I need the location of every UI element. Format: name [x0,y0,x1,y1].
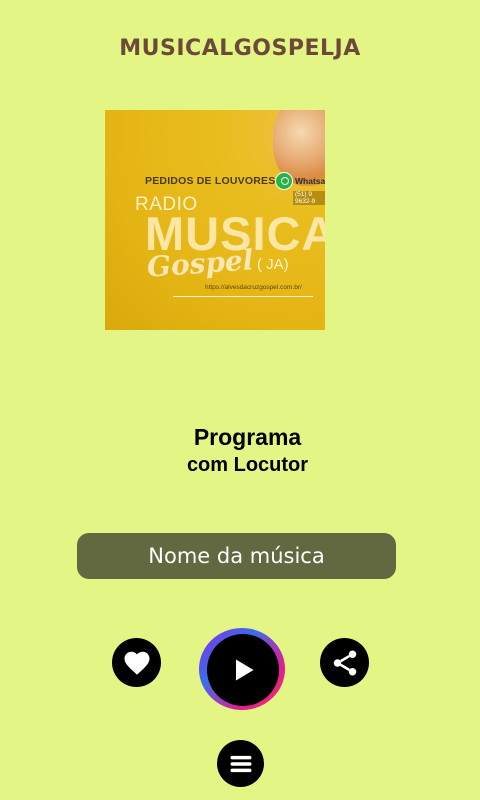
cover-whatsapp-text: Whatsa [295,176,325,186]
menu-button[interactable] [217,740,264,787]
cover-phone-text: (51) 9 9632-9 [293,191,325,205]
cover-requests-text: PEDIDOS DE LOUVORES [145,175,276,187]
menu-icon [230,755,251,772]
cover-divider [173,296,313,297]
like-button[interactable] [112,638,161,687]
play-button[interactable] [207,634,279,706]
station-cover-image: PEDIDOS DE LOUVORES Whatsa (51) 9 9632-9… [105,110,325,330]
share-button[interactable] [320,638,369,687]
song-name-display: Nome da música [77,533,396,579]
cover-ja-text: ( JA) [257,256,289,273]
program-title: Programa [193,424,302,450]
play-button-wrapper[interactable] [199,628,285,710]
cover-url-text: https://alvesdacruzgospel.com.br/ [205,284,302,291]
cover-gospel-text: Gospel [145,243,255,284]
whatsapp-icon [275,172,293,190]
heart-icon [124,651,149,675]
share-icon [333,650,356,675]
program-subtitle: com Locutor [186,454,309,476]
app-title: MUSICALGOSPELJA [119,36,361,61]
play-icon [236,659,254,681]
